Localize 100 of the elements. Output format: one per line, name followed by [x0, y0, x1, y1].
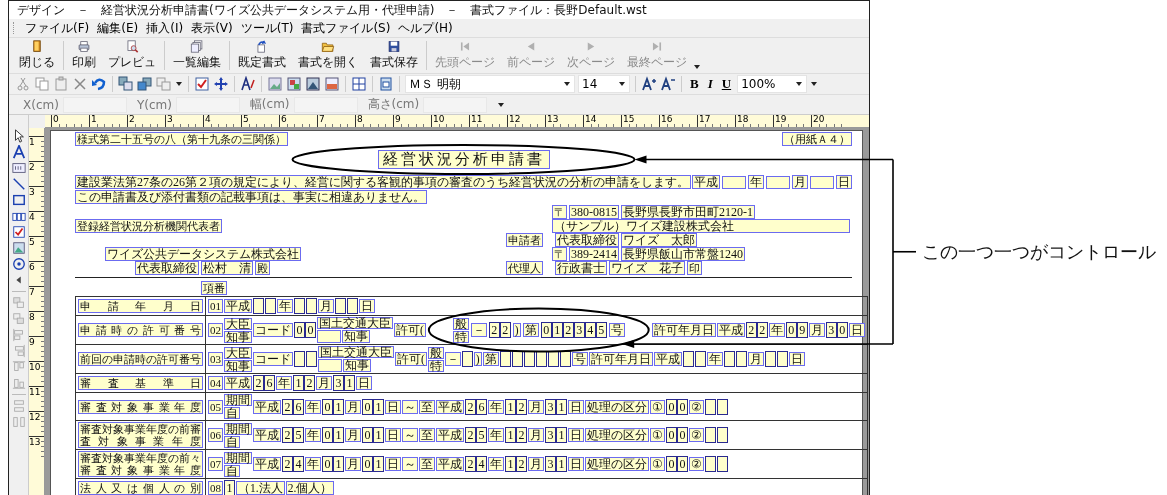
bold-button[interactable]: B	[687, 76, 702, 92]
form-label[interactable]: 年	[488, 399, 504, 414]
digit-field[interactable]: 2	[516, 456, 527, 472]
input-field[interactable]: 行政書士	[555, 261, 607, 275]
input-field[interactable]	[317, 330, 341, 343]
menu-item[interactable]: 編集(E)	[94, 19, 142, 37]
digit-field[interactable]: 1	[505, 427, 516, 443]
digit-field[interactable]: 2	[282, 427, 293, 443]
input-field[interactable]: ワイズ 花子	[609, 261, 685, 275]
form-label[interactable]: －	[444, 352, 461, 366]
input-field[interactable]	[766, 175, 790, 189]
digit-field[interactable]	[717, 427, 728, 443]
form-label[interactable]: ～	[402, 457, 418, 471]
form-label[interactable]: 平成	[224, 376, 252, 390]
form-label[interactable]: 2.個人）	[285, 481, 335, 495]
form-label[interactable]: 国土交通大臣	[318, 346, 394, 358]
form-label[interactable]: 審査対象事業年度	[78, 399, 203, 414]
form-label[interactable]: 〒	[552, 205, 567, 219]
checkbox-tool-icon[interactable]	[11, 225, 26, 239]
digit-field[interactable]	[511, 351, 523, 367]
input-field[interactable]	[722, 175, 746, 189]
digit-field[interactable]: 2	[282, 398, 293, 415]
digit-field[interactable]: 2	[465, 398, 476, 415]
digit-field[interactable]: 1	[505, 398, 516, 415]
form-label[interactable]: 平成	[653, 352, 682, 366]
form-label[interactable]: 許可年月日	[588, 352, 653, 366]
digit-field[interactable]	[294, 298, 305, 314]
digit-field[interactable]: 1	[551, 322, 563, 338]
form-label[interactable]: 年	[748, 175, 764, 189]
field-tool-icon[interactable]	[11, 161, 26, 175]
digit-field[interactable]	[499, 351, 511, 367]
form-label[interactable]: 般	[427, 346, 444, 359]
form-label[interactable]: 年	[305, 457, 321, 471]
text-style-icon[interactable]	[240, 76, 256, 92]
digit-field[interactable]	[335, 298, 346, 314]
input-field[interactable]: 松村 清	[201, 261, 253, 275]
overflow-icon[interactable]	[497, 100, 506, 109]
digit-field[interactable]: 0	[785, 322, 797, 338]
input-field[interactable]: 長野県長野市田町2120-1	[621, 205, 755, 219]
form-label[interactable]: 月	[747, 352, 764, 366]
toolbar-button[interactable]: 印刷	[66, 38, 102, 73]
digit-field[interactable]: 0	[540, 322, 552, 338]
form-label[interactable]: 前回の申請時の許可番号	[78, 352, 203, 366]
form-label[interactable]: )	[473, 352, 482, 366]
digit-field[interactable]: 3	[545, 456, 556, 472]
digit-field[interactable]: 0	[362, 398, 373, 415]
form-label[interactable]: 知事	[343, 359, 371, 372]
digit-field[interactable]: 2	[465, 456, 476, 472]
digit-field[interactable]: 6	[293, 398, 304, 415]
form-label[interactable]: 平成	[436, 399, 464, 414]
digit-field[interactable]: 1	[505, 456, 516, 472]
grid-icon[interactable]	[351, 76, 367, 92]
digit-field[interactable]	[306, 298, 317, 314]
form-label[interactable]: 審査対象事業年度の前々審査対象事業年度	[78, 451, 203, 477]
form-label[interactable]: 自	[224, 407, 240, 419]
form-label[interactable]: 処理の区分	[585, 428, 649, 442]
form-label[interactable]: 大臣	[224, 317, 252, 330]
toolbar-button[interactable]: プレビュ	[102, 38, 162, 73]
digit-field[interactable]: 2	[756, 322, 768, 338]
digit-field[interactable]: 2	[465, 427, 476, 443]
menu-item[interactable]: ファイル(F)	[22, 19, 93, 37]
form-label[interactable]: 日	[356, 376, 372, 390]
form-label[interactable]: （用紙Ａ４）	[782, 132, 852, 146]
digit-field[interactable]	[461, 351, 473, 367]
digit-field[interactable]: 4	[584, 322, 596, 338]
form-label[interactable]: 申請年月日	[78, 299, 203, 313]
form-label[interactable]: 月	[792, 175, 808, 189]
form-label[interactable]: 年	[277, 299, 293, 313]
page-icon[interactable]	[378, 76, 394, 92]
form-label[interactable]: 平成	[224, 299, 252, 313]
digit-field[interactable]: 6	[476, 398, 487, 415]
form-label[interactable]: ～	[402, 399, 418, 414]
digit-field[interactable]	[735, 351, 747, 367]
font-grow-icon[interactable]	[641, 76, 657, 92]
digit-field[interactable]	[547, 351, 559, 367]
form-label[interactable]: 許可(	[395, 352, 427, 366]
digit-field[interactable]: 1	[224, 480, 235, 495]
form-label[interactable]: 月	[318, 299, 334, 313]
digit-field[interactable]: 2	[562, 322, 574, 338]
form-label[interactable]: ～	[402, 428, 418, 442]
digit-field[interactable]	[776, 351, 788, 367]
form-label[interactable]: 項番	[201, 281, 227, 295]
send-back-icon[interactable]	[137, 76, 153, 92]
digit-field[interactable]	[523, 351, 535, 367]
move-icon[interactable]	[213, 76, 229, 92]
form-label[interactable]: 代表取締役	[135, 261, 199, 275]
digit-field[interactable]: 1	[333, 427, 344, 443]
input-field[interactable]: （サンプル）ワイズ建設株式会社	[552, 219, 850, 233]
form-label[interactable]: ワイズ公共データシステム株式会社	[105, 247, 301, 261]
form-label[interactable]: 平成	[436, 428, 464, 442]
digit-field[interactable]: 9	[796, 322, 808, 338]
digit-field[interactable]	[306, 351, 317, 367]
digit-field[interactable]	[705, 427, 716, 443]
form-label[interactable]: 特	[427, 359, 444, 372]
form-label[interactable]: －	[470, 323, 487, 337]
form-label[interactable]: 月	[316, 376, 332, 390]
form-label[interactable]: 日	[836, 175, 852, 189]
italic-button[interactable]: I	[704, 76, 716, 92]
digit-field[interactable]: 3	[545, 398, 556, 415]
form-label[interactable]: 日	[359, 299, 375, 313]
